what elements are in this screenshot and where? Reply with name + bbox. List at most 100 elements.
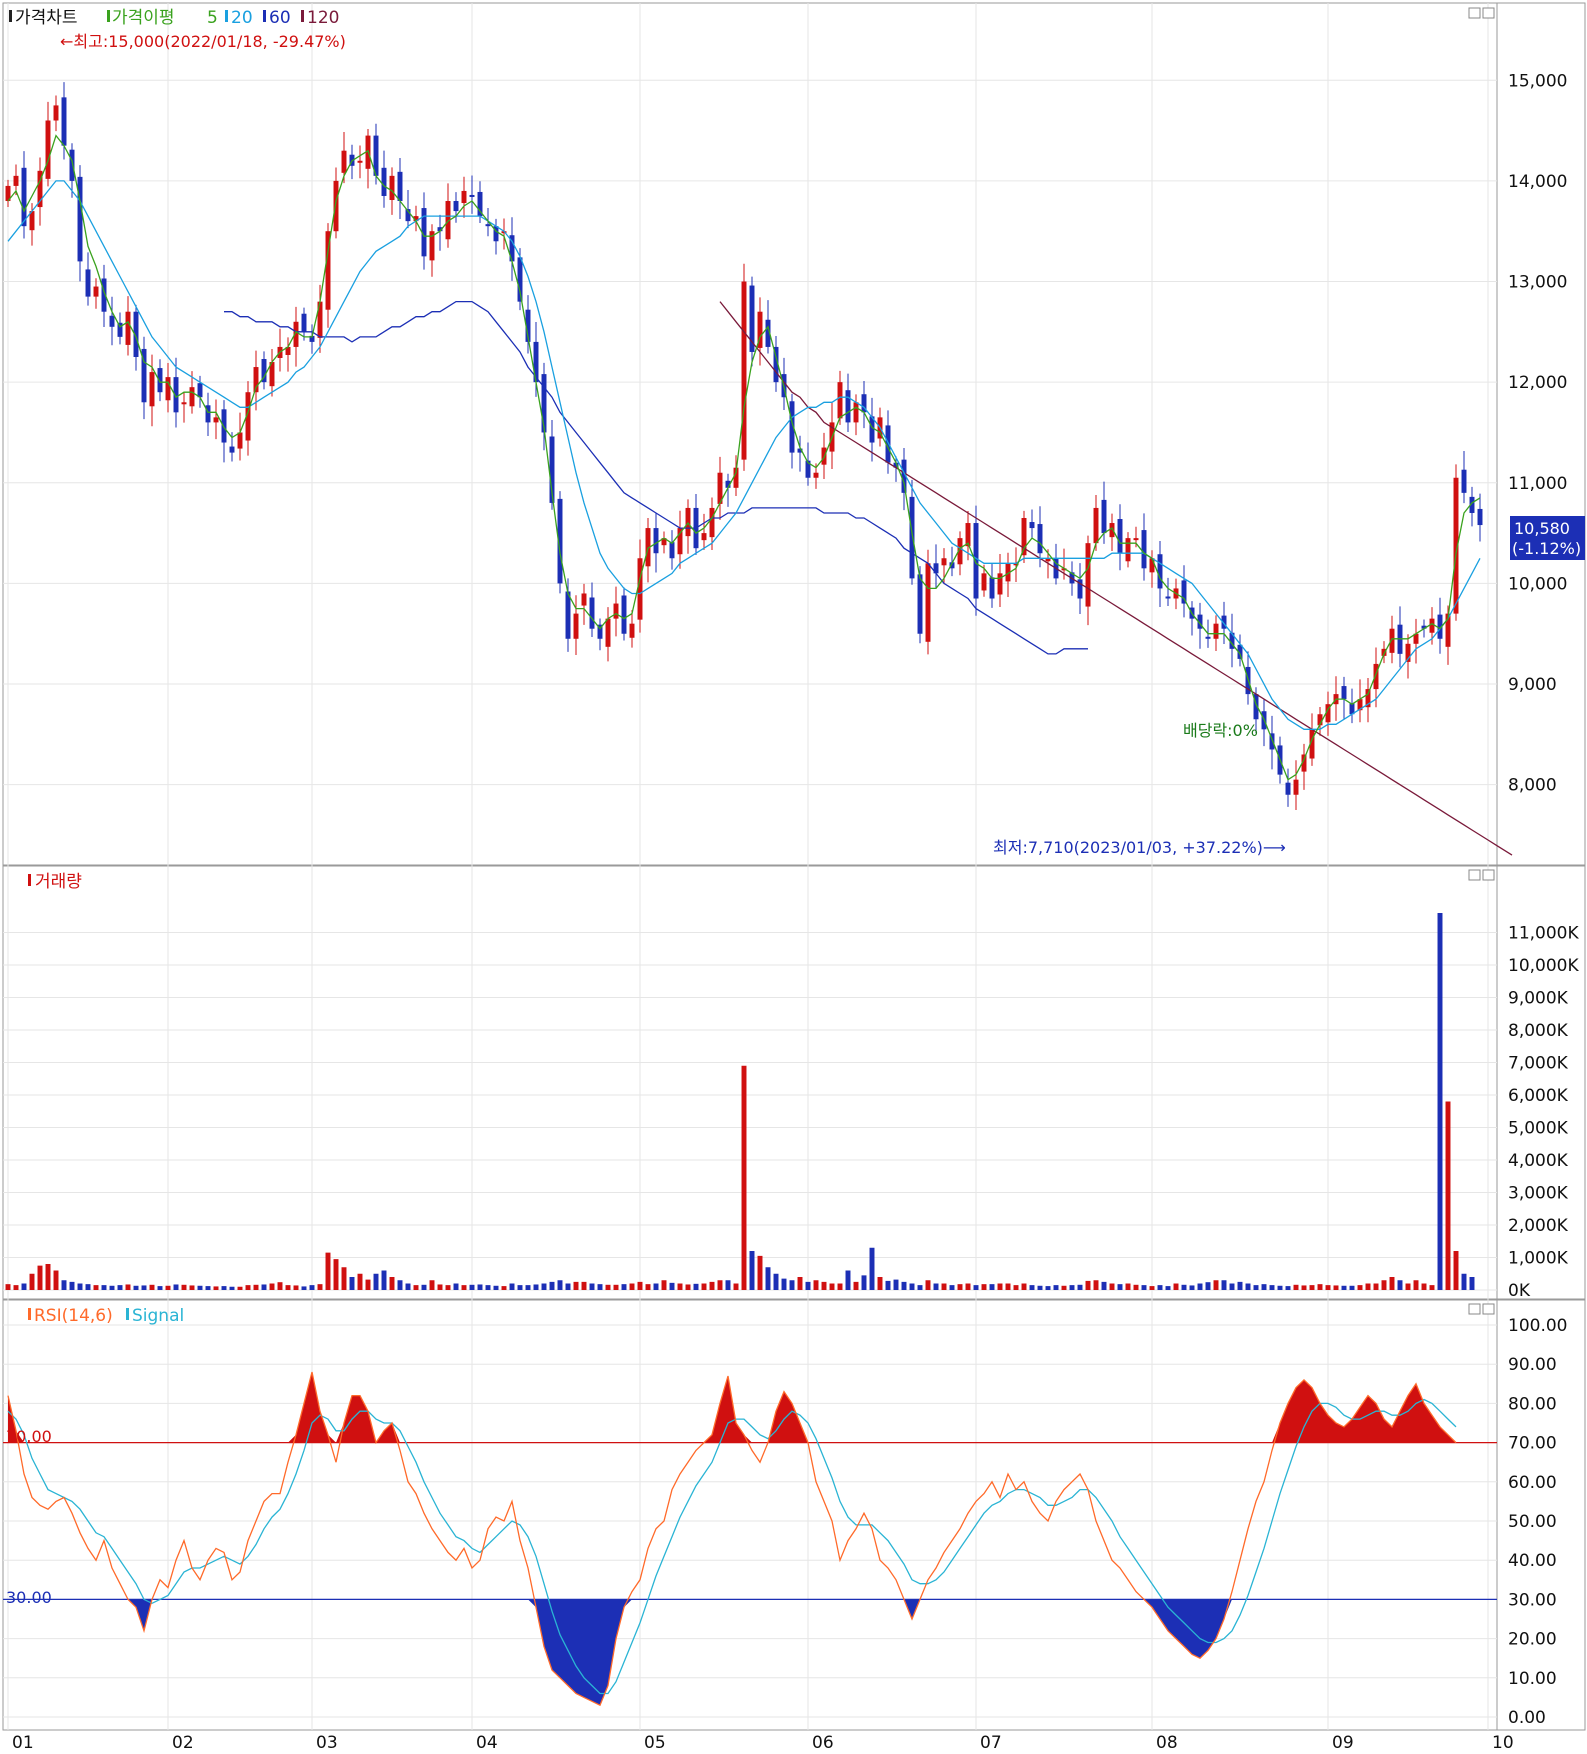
candle-body: [813, 472, 819, 478]
legend-rsi: RSI(14,6): [34, 1306, 113, 1326]
volume-bar: [53, 1270, 59, 1290]
rsi-oversold-area: [552, 1599, 560, 1678]
volume-bar: [821, 1281, 827, 1290]
rsi-overbought-area: [352, 1395, 360, 1443]
candle-body: [1125, 538, 1131, 562]
volume-bar: [1389, 1277, 1395, 1290]
volume-bar: [709, 1281, 715, 1290]
volume-bar: [197, 1285, 203, 1290]
price-tick-label: 15,000: [1508, 71, 1567, 91]
volume-bar: [445, 1285, 451, 1290]
candle-body: [589, 597, 595, 629]
volume-bar: [1021, 1283, 1027, 1290]
volume-bar: [685, 1284, 691, 1290]
volume-bar: [381, 1270, 387, 1290]
candle-body: [941, 558, 947, 566]
volume-bar: [1309, 1285, 1315, 1290]
volume-bar: [333, 1259, 339, 1290]
volume-bar: [141, 1285, 147, 1290]
volume-bar: [269, 1283, 275, 1290]
minimize-icon[interactable]: [1468, 1303, 1481, 1315]
legend-volume: 거래량: [35, 872, 82, 892]
rsi-tick-label: 20.00: [1508, 1630, 1557, 1650]
legend-ma5: 5: [207, 8, 218, 28]
rsi-legend: RSI(14,6) Signal: [28, 1306, 184, 1326]
candle-body: [13, 175, 19, 186]
candle-body: [469, 194, 475, 197]
volume-bar: [61, 1280, 67, 1290]
month-tick-label: 09: [1332, 1733, 1354, 1753]
candle-body: [981, 573, 987, 591]
minimize-icon[interactable]: [1468, 869, 1481, 881]
volume-bar: [765, 1267, 771, 1290]
candle-body: [461, 190, 467, 204]
rsi-oversold-area: [568, 1599, 576, 1694]
volume-bar: [45, 1264, 51, 1290]
candle-body: [1181, 580, 1187, 604]
volume-bar: [13, 1285, 19, 1290]
rsi-tick-label: 80.00: [1508, 1394, 1557, 1414]
volume-bar: [653, 1283, 659, 1290]
volume-bar: [917, 1285, 923, 1290]
volume-bar: [413, 1285, 419, 1290]
month-tick-label: 02: [172, 1733, 194, 1753]
candle-body: [45, 120, 51, 179]
volume-bar: [1245, 1283, 1251, 1290]
legend-ma120: 120: [307, 8, 339, 28]
volume-bar: [405, 1283, 411, 1290]
volume-bar: [1277, 1285, 1283, 1290]
volume-bar: [877, 1277, 883, 1290]
volume-bar: [701, 1283, 707, 1290]
candle-body: [837, 382, 843, 419]
close-icon[interactable]: [1482, 7, 1495, 19]
volume-bar: [69, 1281, 75, 1290]
volume-bar: [629, 1283, 635, 1290]
volume-bar: [1197, 1283, 1203, 1290]
rsi-lower-label: 30.00: [6, 1588, 52, 1607]
volume-bar: [1213, 1280, 1219, 1290]
volume-bar: [781, 1278, 787, 1290]
volume-bar: [1101, 1281, 1107, 1290]
candle-body: [53, 105, 59, 121]
chart-canvas: 15,000 14,000 13,000 12,000 11,000 10,000 9,00…: [2, 2, 1586, 1753]
volume-bar: [469, 1284, 475, 1290]
minimize-icon[interactable]: [1468, 7, 1481, 19]
candle-body: [973, 523, 979, 599]
volume-tick-label: 6,000K: [1508, 1086, 1569, 1106]
volume-bar: [1237, 1281, 1243, 1290]
volume-bar: [813, 1280, 819, 1290]
current-change: (-1.12%): [1512, 539, 1581, 558]
volume-tick-label: 0K: [1508, 1281, 1531, 1301]
close-icon[interactable]: [1482, 1303, 1495, 1315]
volume-tick-label: 11,000K: [1508, 924, 1579, 944]
volume-legend: 거래량: [28, 872, 82, 892]
candle-body: [1461, 469, 1467, 493]
candle-body: [709, 507, 715, 538]
volume-panel: [2, 865, 1586, 1300]
volume-bar: [1429, 1285, 1435, 1290]
volume-tick-label: 3,000K: [1508, 1184, 1569, 1204]
volume-bar: [485, 1285, 491, 1290]
candle-body: [237, 432, 243, 449]
candle-body: [1029, 522, 1035, 529]
volume-bar: [925, 1280, 931, 1290]
candle-body: [197, 383, 203, 398]
candle-body: [1477, 508, 1483, 526]
month-tick-label: 04: [476, 1733, 498, 1753]
volume-bar: [1093, 1280, 1099, 1290]
rsi-tick-label: 60.00: [1508, 1473, 1557, 1493]
price-tick-label: 12,000: [1508, 373, 1567, 393]
volume-tick-label: 1,000K: [1508, 1249, 1569, 1269]
candle-body: [109, 315, 115, 327]
candle-body: [149, 372, 155, 407]
price-tick-label: 8,000: [1508, 776, 1557, 796]
close-icon[interactable]: [1482, 869, 1495, 881]
rsi-overbought-area: [1304, 1379, 1312, 1443]
volume-bar: [1445, 1101, 1451, 1290]
volume-bar: [645, 1284, 651, 1290]
volume-bar: [525, 1285, 531, 1290]
candle-body: [1285, 782, 1291, 795]
current-price-badge: 10,580 (-1.12%): [1510, 516, 1585, 560]
price-legend: 가격차트 가격이평 5 20 60 120: [9, 8, 339, 28]
rsi-tick-label: 40.00: [1508, 1551, 1557, 1571]
